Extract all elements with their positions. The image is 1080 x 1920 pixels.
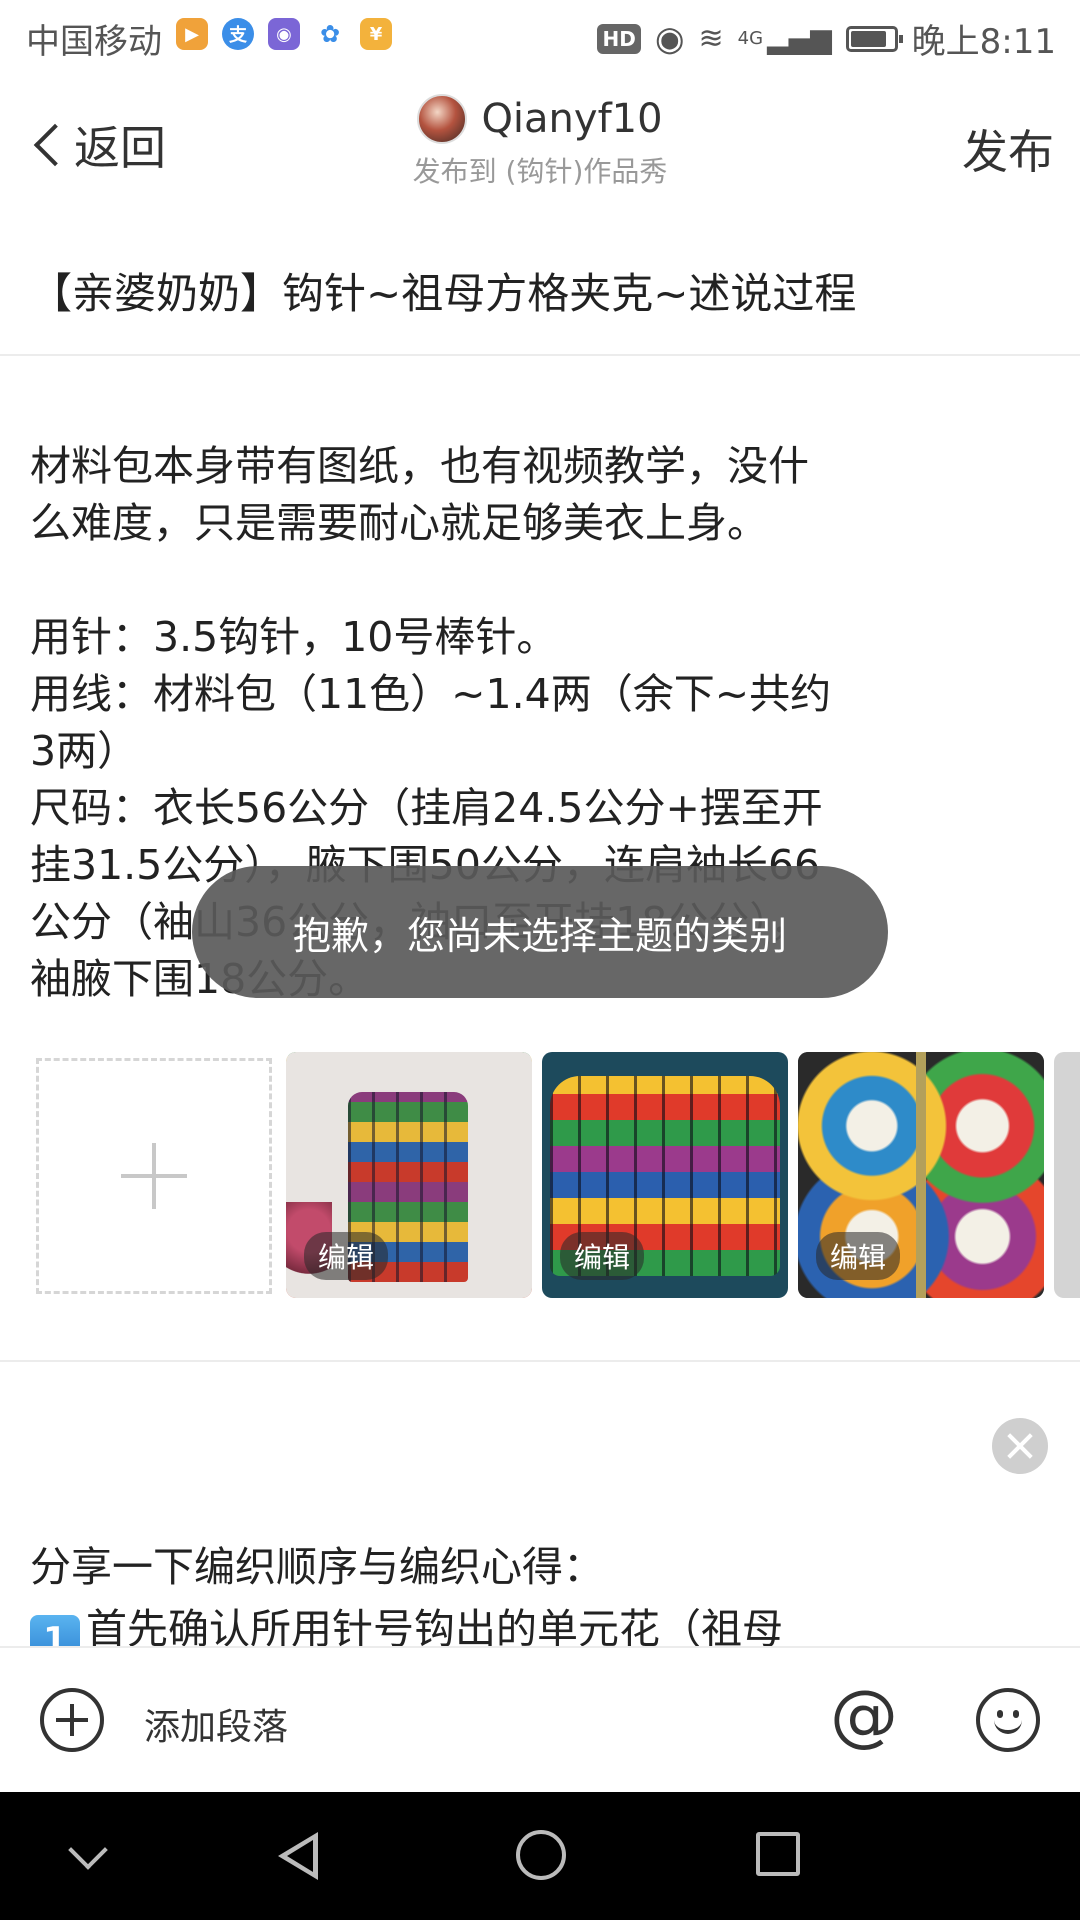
browser-icon: ◉ (268, 18, 300, 50)
signal-icon: ▂▄▆ (767, 22, 832, 55)
body-line: 尺码：衣长56公分（挂肩24.5公分+摆至开 (30, 784, 823, 832)
body-line (30, 552, 1040, 609)
system-nav-bar (0, 1792, 1080, 1920)
chevron-down-icon[interactable] (68, 1830, 108, 1870)
image-thumbnail[interactable]: 编辑 (286, 1052, 532, 1298)
publish-target[interactable]: 发布到 (钩针)作品秀 (0, 150, 1080, 190)
add-paragraph-button[interactable]: 添加段落 (144, 1698, 288, 1750)
nav-back-icon-inner (287, 1840, 313, 1872)
edit-image-button[interactable]: 编辑 (304, 1232, 389, 1280)
emoji-eye (997, 1710, 1003, 1718)
publish-button[interactable]: 发布 (962, 116, 1054, 182)
mention-icon[interactable]: @ (830, 1676, 898, 1755)
image-thumbnail[interactable]: 编辑 (542, 1052, 788, 1298)
close-icon[interactable] (992, 1418, 1048, 1474)
bottom-toolbar: 添加段落 @ (0, 1646, 1080, 1792)
battery-fill (850, 30, 887, 47)
carrier-name: 中国移动 (26, 22, 162, 62)
add-circle-icon[interactable] (40, 1688, 104, 1752)
status-bar: 中国移动 ▶ 支 ◉ ✿ ¥ HD ◉ ≋ 4G ▂▄▆ 晚上8:11 (0, 0, 1080, 74)
edit-image-button[interactable]: 编辑 (816, 1232, 901, 1280)
author-name: Qianyf10 (481, 96, 663, 142)
body-line: 3两） (30, 727, 139, 775)
plus-icon (121, 1143, 187, 1209)
notification-icons: ▶ 支 ◉ ✿ ¥ (176, 18, 392, 50)
network-type: 4G (737, 28, 764, 49)
header: 返回 Qianyf10 发布到 (钩针)作品秀 发布 (0, 74, 1080, 214)
video-app-icon: ▶ (176, 18, 208, 50)
body-line: 材料包本身带有图纸，也有视频教学，没什 (30, 442, 809, 490)
wallet-icon: ¥ (360, 18, 392, 50)
emoji-mouth (994, 1718, 1022, 1734)
status-right: HD ◉ ≋ 4G ▂▄▆ 晚上8:11 (597, 14, 1056, 63)
body-line: 么难度，只是需要耐心就足够美衣上身。 (30, 499, 768, 547)
title-divider (0, 354, 1080, 356)
emoji-icon[interactable] (976, 1688, 1040, 1752)
post-title[interactable]: 【亲婆奶奶】钩针~祖母方格夹克~述说过程 (30, 260, 856, 321)
eye-comfort-icon: ◉ (654, 18, 685, 59)
nav-home-icon[interactable] (516, 1830, 566, 1880)
avatar[interactable] (417, 94, 468, 144)
author-block: Qianyf10 发布到 (钩针)作品秀 (0, 94, 1080, 190)
body-line: 用线：材料包（11色）~1.4两（余下~共约 (30, 670, 832, 718)
image-thumbnail[interactable]: 编辑 (798, 1052, 1044, 1298)
wifi-icon: ≋ (698, 21, 724, 56)
body-line: 用针：3.5钩针，10号棒针。 (30, 613, 558, 661)
section2-line: 分享一下编织顺序与编织心得： (30, 1543, 604, 1591)
section-divider (0, 1360, 1080, 1362)
image-thumbnail-partial[interactable] (1054, 1052, 1080, 1298)
battery-icon (845, 25, 903, 52)
baidu-paw-icon: ✿ (314, 18, 346, 50)
add-image-button[interactable] (36, 1058, 272, 1294)
hd-badge: HD (597, 23, 641, 54)
image-strip: 编辑 编辑 编辑 (36, 1052, 1080, 1298)
emoji-eye (1013, 1710, 1019, 1718)
nav-recents-icon[interactable] (756, 1832, 800, 1876)
toast-message: 抱歉，您尚未选择主题的类别 (192, 866, 888, 998)
alipay-icon: 支 (222, 18, 254, 50)
clock: 晚上8:11 (911, 22, 1056, 62)
edit-image-button[interactable]: 编辑 (560, 1232, 645, 1280)
